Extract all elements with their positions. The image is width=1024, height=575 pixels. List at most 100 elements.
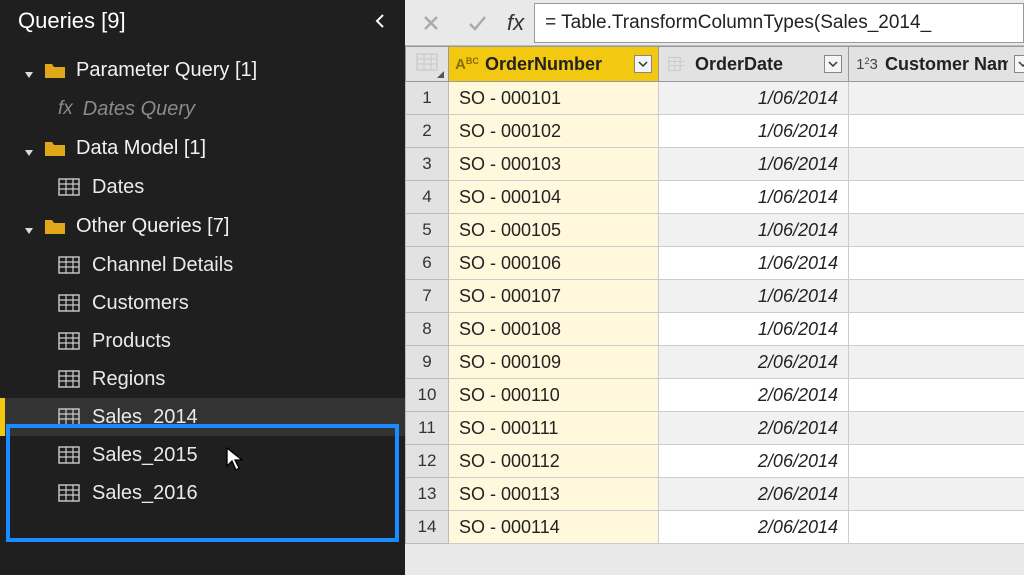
table-icon [416,53,438,76]
cell-ordernumber[interactable]: SO - 000114 [449,511,659,544]
cell-orderdate[interactable]: 1/06/2014 [659,247,849,280]
row-number[interactable]: 12 [405,445,449,478]
cell-ordernumber[interactable]: SO - 000107 [449,280,659,313]
formula-input[interactable]: = Table.TransformColumnTypes(Sales_2014_ [534,3,1024,43]
query-item-products[interactable]: Products [0,322,405,360]
cell-customer-name[interactable] [849,412,1024,445]
cell-ordernumber[interactable]: SO - 000104 [449,181,659,214]
table-row[interactable]: 8SO - 0001081/06/2014 [405,313,1024,346]
cell-orderdate[interactable]: 2/06/2014 [659,511,849,544]
row-number[interactable]: 7 [405,280,449,313]
row-number[interactable]: 14 [405,511,449,544]
row-number[interactable]: 13 [405,478,449,511]
cell-ordernumber[interactable]: SO - 000112 [449,445,659,478]
collapse-sidebar-button[interactable] [371,12,389,30]
cell-customer-name[interactable] [849,181,1024,214]
table-row[interactable]: 11SO - 0001112/06/2014 [405,412,1024,445]
cell-customer-name[interactable] [849,445,1024,478]
column-header-customer-name[interactable]: 123Customer Name [849,46,1024,82]
cell-ordernumber[interactable]: SO - 000109 [449,346,659,379]
table-row[interactable]: 13SO - 0001132/06/2014 [405,478,1024,511]
cell-customer-name[interactable] [849,82,1024,115]
cell-orderdate[interactable]: 2/06/2014 [659,379,849,412]
chevron-down-icon [1018,59,1024,69]
cell-customer-name[interactable] [849,478,1024,511]
folder-parameter-query-1-[interactable]: Parameter Query [1] [0,50,405,90]
row-number[interactable]: 3 [405,148,449,181]
cell-orderdate[interactable]: 1/06/2014 [659,82,849,115]
column-filter-button[interactable] [634,55,652,73]
table-row[interactable]: 7SO - 0001071/06/2014 [405,280,1024,313]
column-filter-button[interactable] [1014,55,1024,73]
table-row[interactable]: 2SO - 0001021/06/2014 [405,115,1024,148]
cell-ordernumber[interactable]: SO - 000102 [449,115,659,148]
table-row[interactable]: 6SO - 0001061/06/2014 [405,247,1024,280]
row-number[interactable]: 11 [405,412,449,445]
cell-customer-name[interactable] [849,313,1024,346]
table-row[interactable]: 4SO - 0001041/06/2014 [405,181,1024,214]
main-panel: fx = Table.TransformColumnTypes(Sales_20… [405,0,1024,575]
column-filter-button[interactable] [824,55,842,73]
row-number[interactable]: 2 [405,115,449,148]
column-header-orderdate[interactable]: OrderDate [659,46,849,82]
cell-customer-name[interactable] [849,247,1024,280]
query-item-label: Sales_2015 [92,444,198,467]
row-number[interactable]: 8 [405,313,449,346]
column-header-ordernumber[interactable]: ABCOrderNumber [449,46,659,82]
cell-orderdate[interactable]: 2/06/2014 [659,445,849,478]
row-number[interactable]: 10 [405,379,449,412]
cell-orderdate[interactable]: 1/06/2014 [659,313,849,346]
cell-orderdate[interactable]: 2/06/2014 [659,412,849,445]
query-item-channel-details[interactable]: Channel Details [0,246,405,284]
table-row[interactable]: 14SO - 0001142/06/2014 [405,511,1024,544]
table-row[interactable]: 1SO - 0001011/06/2014 [405,82,1024,115]
table-corner-button[interactable] [405,46,449,82]
folder-other-queries-7-[interactable]: Other Queries [7] [0,206,405,246]
cell-ordernumber[interactable]: SO - 000101 [449,82,659,115]
row-number[interactable]: 1 [405,82,449,115]
row-number[interactable]: 9 [405,346,449,379]
query-item-customers[interactable]: Customers [0,284,405,322]
cell-ordernumber[interactable]: SO - 000110 [449,379,659,412]
cell-customer-name[interactable] [849,148,1024,181]
row-number[interactable]: 5 [405,214,449,247]
cell-customer-name[interactable] [849,379,1024,412]
table-row[interactable]: 5SO - 0001051/06/2014 [405,214,1024,247]
cell-customer-name[interactable] [849,280,1024,313]
query-item-dates-query[interactable]: fxDates Query [0,90,405,128]
query-item-dates[interactable]: Dates [0,168,405,206]
table-row[interactable]: 9SO - 0001092/06/2014 [405,346,1024,379]
table-row[interactable]: 3SO - 0001031/06/2014 [405,148,1024,181]
cell-ordernumber[interactable]: SO - 000105 [449,214,659,247]
query-item-label: Dates Query [83,98,195,121]
cell-customer-name[interactable] [849,346,1024,379]
table-row[interactable]: 10SO - 0001102/06/2014 [405,379,1024,412]
cell-customer-name[interactable] [849,511,1024,544]
cell-customer-name[interactable] [849,115,1024,148]
text-type-icon: ABC [455,56,479,73]
cell-ordernumber[interactable]: SO - 000108 [449,313,659,346]
cancel-formula-button[interactable] [411,3,451,43]
cell-orderdate[interactable]: 1/06/2014 [659,115,849,148]
cell-customer-name[interactable] [849,214,1024,247]
cell-orderdate[interactable]: 1/06/2014 [659,280,849,313]
cell-orderdate[interactable]: 2/06/2014 [659,346,849,379]
table-row[interactable]: 12SO - 0001122/06/2014 [405,445,1024,478]
query-item-sales-2014[interactable]: Sales_2014 [0,398,405,436]
cell-ordernumber[interactable]: SO - 000111 [449,412,659,445]
row-number[interactable]: 6 [405,247,449,280]
folder-data-model-1-[interactable]: Data Model [1] [0,128,405,168]
cell-ordernumber[interactable]: SO - 000113 [449,478,659,511]
row-number[interactable]: 4 [405,181,449,214]
table-icon [58,408,80,426]
cell-orderdate[interactable]: 1/06/2014 [659,148,849,181]
query-item-regions[interactable]: Regions [0,360,405,398]
cell-orderdate[interactable]: 2/06/2014 [659,478,849,511]
cell-ordernumber[interactable]: SO - 000103 [449,148,659,181]
cell-orderdate[interactable]: 1/06/2014 [659,181,849,214]
cell-orderdate[interactable]: 1/06/2014 [659,214,849,247]
cell-ordernumber[interactable]: SO - 000106 [449,247,659,280]
query-item-sales-2016[interactable]: Sales_2016 [0,474,405,512]
commit-formula-button[interactable] [457,3,497,43]
query-item-sales-2015[interactable]: Sales_2015 [0,436,405,474]
